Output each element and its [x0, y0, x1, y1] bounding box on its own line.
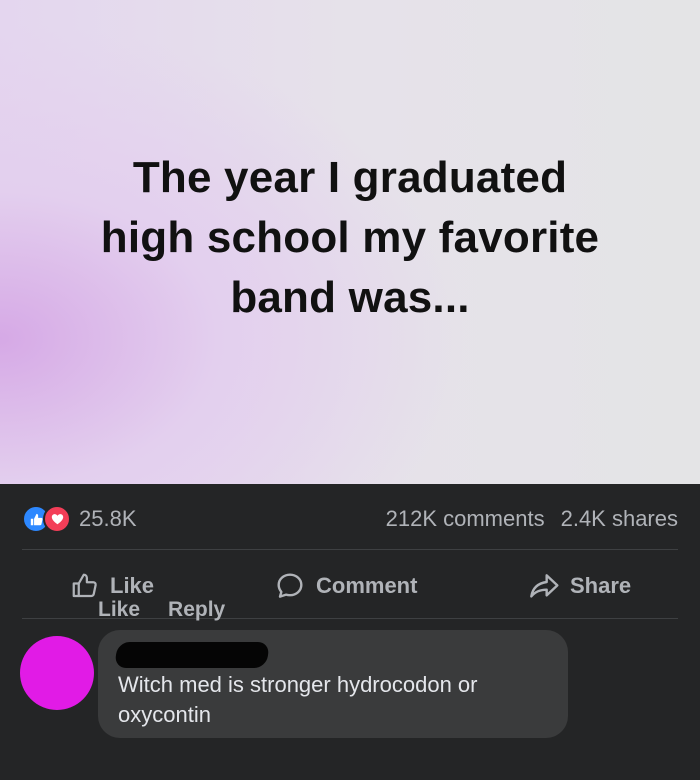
share-button[interactable]: Share — [528, 566, 631, 606]
thumbs-up-icon — [72, 573, 97, 598]
comment: Witch med is stronger hydrocodon or oxyc… — [20, 630, 680, 780]
share-label: Share — [570, 573, 632, 598]
comment-actions: Like Reply — [98, 598, 225, 622]
reaction-summary[interactable]: 25.8K — [22, 505, 137, 533]
comment-like-link[interactable]: Like — [98, 598, 140, 622]
avatar[interactable] — [20, 636, 94, 710]
comments-count-link[interactable]: 212K comments — [386, 506, 545, 532]
like-label: Like — [110, 573, 155, 598]
post-image[interactable]: The year I graduated high school my favo… — [0, 0, 700, 484]
post-text-line-2: high school my favorite — [100, 213, 600, 262]
comment-button[interactable]: Comment — [274, 566, 417, 606]
comment-reply-link[interactable]: Reply — [168, 598, 225, 622]
post-footer: 25.8K 212K comments 2.4K shares Like Com… — [0, 484, 700, 780]
divider — [22, 549, 678, 550]
post-image-text: The year I graduated high school my favo… — [40, 148, 660, 328]
shares-count-link[interactable]: 2.4K shares — [561, 506, 678, 532]
share-arrow-icon — [530, 574, 559, 598]
redacted-commenter-name — [114, 642, 270, 668]
comment-text: Witch med is stronger hydrocodon or oxyc… — [118, 672, 478, 727]
post-text-line-1: The year I graduated — [132, 153, 568, 202]
comment-label: Comment — [316, 573, 418, 598]
post-text-line-3: band was... — [230, 273, 470, 322]
comment-bubble-icon — [277, 573, 303, 598]
reaction-stats-bar: 25.8K 212K comments 2.4K shares — [22, 505, 678, 533]
love-reaction-icon — [43, 505, 71, 533]
reaction-count: 25.8K — [79, 506, 137, 531]
comment-bubble: Witch med is stronger hydrocodon or oxyc… — [98, 630, 568, 738]
